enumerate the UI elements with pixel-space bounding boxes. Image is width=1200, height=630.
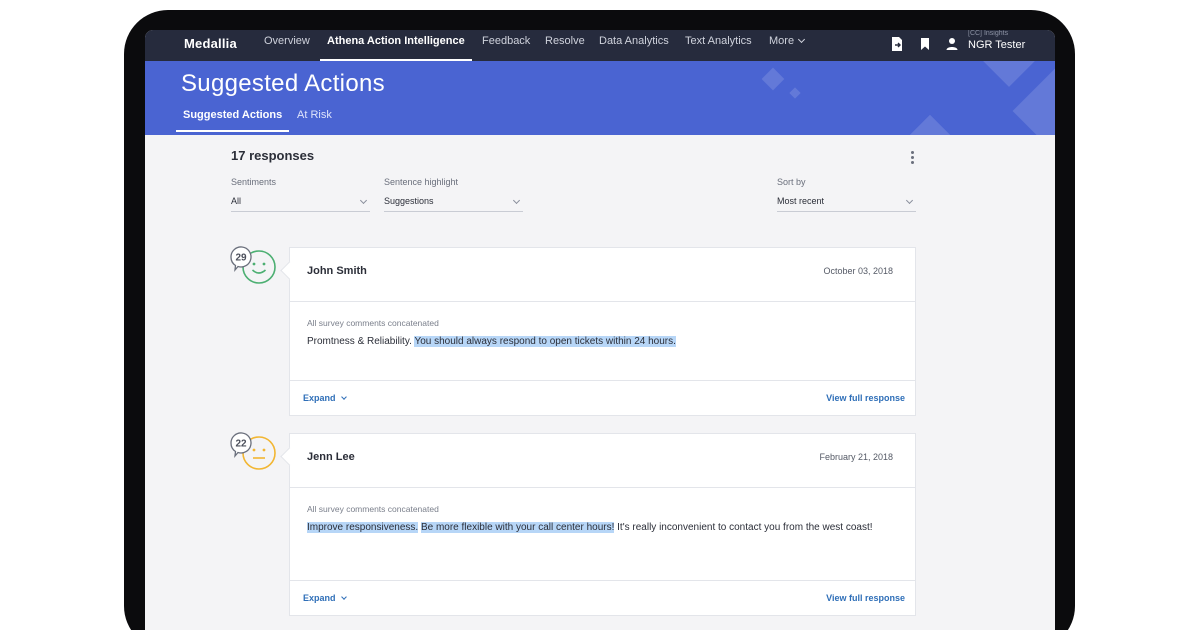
top-navigation: Medallia Overview Athena Action Intellig… bbox=[145, 30, 1055, 61]
sort-by-select[interactable]: Most recent bbox=[777, 195, 916, 212]
filter-label: Sentiments bbox=[231, 177, 277, 187]
expand-label: Expand bbox=[303, 393, 336, 403]
app-screen: Medallia Overview Athena Action Intellig… bbox=[145, 30, 1055, 630]
filter-label: Sentence highlight bbox=[384, 177, 459, 187]
filter-sentiments: Sentiments All bbox=[231, 177, 370, 212]
response-card: John Smith October 03, 2018 All survey c… bbox=[289, 247, 916, 416]
chevron-down-icon bbox=[905, 196, 914, 205]
sentiment-score-badge: 29 bbox=[230, 246, 276, 284]
select-value: Most recent bbox=[777, 196, 825, 206]
brand-logo[interactable]: Medallia bbox=[184, 36, 237, 51]
chevron-down-icon bbox=[798, 35, 806, 44]
decor-diamond bbox=[908, 114, 952, 135]
comment-sentence: It's really inconvenient to contact you … bbox=[614, 522, 873, 533]
user-icon[interactable] bbox=[945, 36, 959, 52]
filter-label: Sort by bbox=[777, 177, 806, 187]
tab-suggested-actions[interactable]: Suggested Actions bbox=[175, 109, 290, 132]
user-name: NGR Tester bbox=[968, 39, 1026, 51]
chevron-down-icon bbox=[340, 594, 347, 600]
nav-item-overview[interactable]: Overview bbox=[264, 35, 310, 48]
decor-diamond bbox=[761, 67, 785, 91]
expand-button[interactable]: Expand bbox=[303, 593, 347, 603]
tab-at-risk[interactable]: At Risk bbox=[297, 109, 332, 121]
score-value: 22 bbox=[235, 439, 247, 450]
respondent-name[interactable]: Jenn Lee bbox=[307, 451, 355, 463]
nav-item-resolve[interactable]: Resolve bbox=[545, 35, 585, 48]
comment-text: Promtness & Reliability. You should alwa… bbox=[307, 334, 898, 350]
expand-button[interactable]: Expand bbox=[303, 393, 347, 403]
card-footer: Expand View full response bbox=[290, 581, 915, 615]
user-org: [CC] Insights bbox=[968, 30, 1009, 37]
expand-label: Expand bbox=[303, 593, 336, 603]
view-full-response-link[interactable]: View full response bbox=[826, 393, 905, 403]
highlighted-suggestion: Improve responsiveness. bbox=[307, 522, 419, 533]
filter-sentence-highlight: Sentence highlight Suggestions bbox=[384, 177, 523, 212]
comment-text: Improve responsiveness. Be more flexible… bbox=[307, 520, 898, 536]
nav-item-athena-action-intelligence[interactable]: Athena Action Intelligence bbox=[320, 35, 472, 61]
nav-item-data-analytics[interactable]: Data Analytics bbox=[599, 35, 669, 48]
card-footer: Expand View full response bbox=[290, 381, 915, 415]
response-card: Jenn Lee February 21, 2018 All survey co… bbox=[289, 433, 916, 616]
nav-item-more-label: More bbox=[769, 35, 795, 47]
sentiment-score-badge: 22 bbox=[230, 432, 276, 470]
decor-diamond bbox=[1012, 68, 1055, 135]
score-value: 29 bbox=[235, 253, 247, 264]
decor-diamond bbox=[789, 87, 801, 99]
response-date: February 21, 2018 bbox=[819, 452, 893, 462]
export-icon[interactable] bbox=[890, 36, 904, 52]
filter-sort-by: Sort by Most recent bbox=[777, 177, 916, 212]
view-full-response-link[interactable]: View full response bbox=[826, 593, 905, 603]
decor-diamond bbox=[982, 61, 1036, 87]
chevron-down-icon bbox=[359, 196, 368, 205]
comment-sentence: Promtness & Reliability. bbox=[307, 336, 415, 347]
respondent-name[interactable]: John Smith bbox=[307, 265, 367, 277]
chevron-down-icon bbox=[512, 196, 521, 205]
comment-caption: All survey comments concatenated bbox=[307, 318, 439, 328]
card-body: All survey comments concatenated Improve… bbox=[290, 488, 915, 581]
highlighted-suggestion: You should always respond to open ticket… bbox=[414, 336, 676, 347]
bookmark-icon[interactable] bbox=[918, 36, 932, 52]
page-header: Suggested Actions Suggested Actions At R… bbox=[145, 61, 1055, 135]
nav-item-text-analytics[interactable]: Text Analytics bbox=[685, 35, 752, 48]
response-date: October 03, 2018 bbox=[823, 266, 893, 276]
comment-caption: All survey comments concatenated bbox=[307, 504, 439, 514]
highlighted-suggestion: Be more flexible with your call center h… bbox=[420, 522, 615, 533]
sentiments-select[interactable]: All bbox=[231, 195, 370, 212]
select-value: All bbox=[231, 196, 242, 206]
select-value: Suggestions bbox=[384, 196, 434, 206]
card-header: John Smith October 03, 2018 bbox=[290, 248, 915, 302]
sentence-highlight-select[interactable]: Suggestions bbox=[384, 195, 523, 212]
chevron-down-icon bbox=[340, 394, 347, 400]
card-header: Jenn Lee February 21, 2018 bbox=[290, 434, 915, 488]
page-title: Suggested Actions bbox=[181, 70, 385, 97]
card-body: All survey comments concatenated Promtne… bbox=[290, 302, 915, 381]
nav-item-feedback[interactable]: Feedback bbox=[482, 35, 530, 48]
nav-item-more[interactable]: More bbox=[769, 35, 806, 48]
response-count: 17 responses bbox=[231, 148, 315, 163]
more-options-icon[interactable] bbox=[910, 151, 916, 167]
